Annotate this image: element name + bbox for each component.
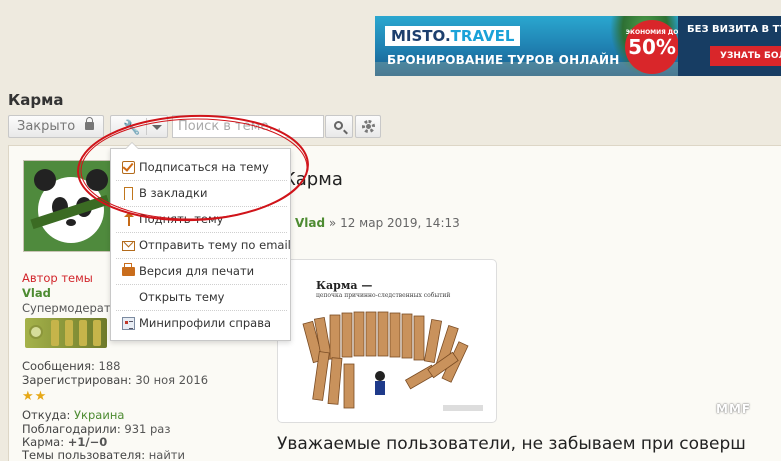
stat-posts-label: Сообщения: (22, 359, 95, 373)
stat-thanked-value[interactable]: 931 раз (124, 422, 170, 436)
menu-item-bookmark[interactable]: В закладки (116, 181, 287, 207)
discount-badge: ЭКОНОМИЯ ДО 50% (625, 20, 679, 74)
stat-thanked-label: Поблагодарили: (22, 422, 121, 436)
rank-stripe (93, 320, 101, 346)
post-title[interactable]: Карма (283, 169, 343, 190)
menu-item-print[interactable]: Версия для печати (116, 259, 287, 285)
menu-item-label: Отправить тему по email (139, 238, 291, 252)
domino-piece (365, 311, 377, 357)
post-image[interactable]: Карма — цепочка причинно-следственных со… (277, 259, 497, 423)
discount-value: 50% (628, 35, 676, 59)
menu-item-label: В закладки (139, 186, 208, 200)
mail-icon (122, 241, 135, 251)
search-input[interactable] (172, 115, 324, 138)
stat-location-label: Откуда: (22, 408, 71, 422)
stat-karma-value: +1/−0 (67, 435, 108, 449)
locked-label: Закрыто (17, 119, 76, 134)
menu-item-label: Подписаться на тему (139, 160, 269, 174)
menu-item-bump[interactable]: Поднять тему (116, 207, 287, 233)
post-meta-separator: » (325, 216, 341, 230)
site-watermark: MMF (716, 402, 752, 416)
stat-user-topics-label: Темы пользователя: (22, 448, 146, 461)
tools-divider (146, 118, 147, 135)
figure-body (375, 381, 385, 395)
domino-piece (327, 357, 343, 405)
stat-karma-label: Карма: (22, 435, 65, 449)
lock-icon (85, 117, 94, 130)
locked-button[interactable]: Закрыто (8, 115, 104, 138)
rank-image (25, 318, 107, 348)
banner-visa-text: БЕЗ ВИЗИТА В ТУРА (687, 24, 781, 35)
ad-banner[interactable]: MISTO.TRAVEL БРОНИРОВАНИЕ ТУРОВ ОНЛАЙН Э… (375, 16, 781, 76)
menu-item-subscribe[interactable]: Подписаться на тему (116, 155, 287, 181)
post-date: 12 мар 2019, 14:13 (340, 216, 460, 230)
stat-user-topics-link[interactable]: найти (149, 448, 185, 461)
advanced-search-button[interactable] (355, 115, 381, 138)
rank-circle (29, 325, 43, 339)
post-body: Уважаемые пользователи, не забываем при … (277, 434, 746, 454)
stat-posts-value[interactable]: 188 (99, 359, 121, 373)
menu-item-email[interactable]: Отправить тему по email (116, 233, 291, 259)
menu-item-open[interactable]: Открыть тему (116, 285, 287, 311)
menu-item-label: Поднять тему (139, 212, 224, 226)
bookmark-icon (124, 187, 133, 201)
banner-logo: MISTO.TRAVEL (385, 26, 521, 46)
wrench-icon: 🔧 (123, 120, 141, 136)
arrow-up-icon (124, 212, 134, 226)
printer-icon (122, 263, 135, 276)
stat-location: Откуда: Украина (22, 408, 124, 422)
search-button[interactable] (325, 115, 353, 138)
domino-piece (343, 363, 355, 409)
post-author-link[interactable]: Vlad (295, 216, 325, 230)
stat-registered-label: Зарегистрирован: (22, 373, 132, 387)
menu-item-miniprofiles[interactable]: Минипрофили справа (116, 311, 287, 337)
author-role: Автор темы (22, 271, 93, 285)
panda-nose (66, 219, 76, 226)
stat-karma: Карма: +1/−0 (22, 435, 107, 449)
menu-item-label: Версия для печати (139, 264, 255, 278)
domino-illustration (302, 311, 483, 411)
banner-tagline: БРОНИРОВАНИЕ ТУРОВ ОНЛАЙН (387, 53, 620, 67)
domino-piece (329, 314, 341, 360)
panda-ear-left (34, 169, 56, 191)
banner-order-button[interactable]: УЗНАТЬ БОЛЬШ (710, 46, 781, 66)
menu-item-label: Минипрофили справа (139, 316, 272, 330)
rank-stripe (65, 320, 73, 346)
figure-head (375, 371, 385, 381)
domino-piece (353, 311, 365, 357)
stat-posts: Сообщения: 188 (22, 359, 121, 373)
topic-tools-menu: Подписаться на тему В закладки Поднять т… (110, 142, 291, 341)
rank-stripe (79, 320, 87, 346)
panda-ear-right (86, 169, 108, 191)
stat-user-topics: Темы пользователя: найти (22, 448, 185, 461)
gear-icon (362, 120, 375, 133)
domino-piece (401, 313, 413, 359)
post-meta: Vlad » 12 мар 2019, 14:13 (295, 216, 460, 230)
checkbox-icon (122, 161, 135, 174)
rank-stripe (51, 320, 59, 346)
star-rating-icon: ★★ (22, 389, 48, 404)
domino-piece (341, 312, 353, 358)
domino-piece (377, 311, 389, 357)
rifle-watermark (443, 405, 483, 411)
stat-location-value: Украина (74, 408, 125, 422)
author-username[interactable]: Vlad (22, 286, 51, 300)
logo-main: MISTO. (391, 27, 451, 45)
menu-pointer (125, 142, 139, 149)
domino-piece (389, 312, 401, 358)
stat-registered-value: 30 ноя 2016 (135, 373, 209, 387)
stat-registered: Зарегистрирован: 30 ноя 2016 (22, 373, 208, 387)
chevron-down-icon (152, 125, 162, 130)
logo-accent: TRAVEL (450, 27, 515, 45)
profile-card-icon (122, 317, 135, 330)
domino-piece (413, 315, 425, 361)
avatar[interactable] (23, 160, 115, 252)
stat-thanked: Поблагодарили: 931 раз (22, 422, 170, 436)
topic-tools-button[interactable]: 🔧 (110, 115, 168, 138)
page-title: Карма (8, 91, 64, 109)
search-icon (334, 121, 343, 130)
menu-item-label: Открыть тему (139, 290, 225, 304)
